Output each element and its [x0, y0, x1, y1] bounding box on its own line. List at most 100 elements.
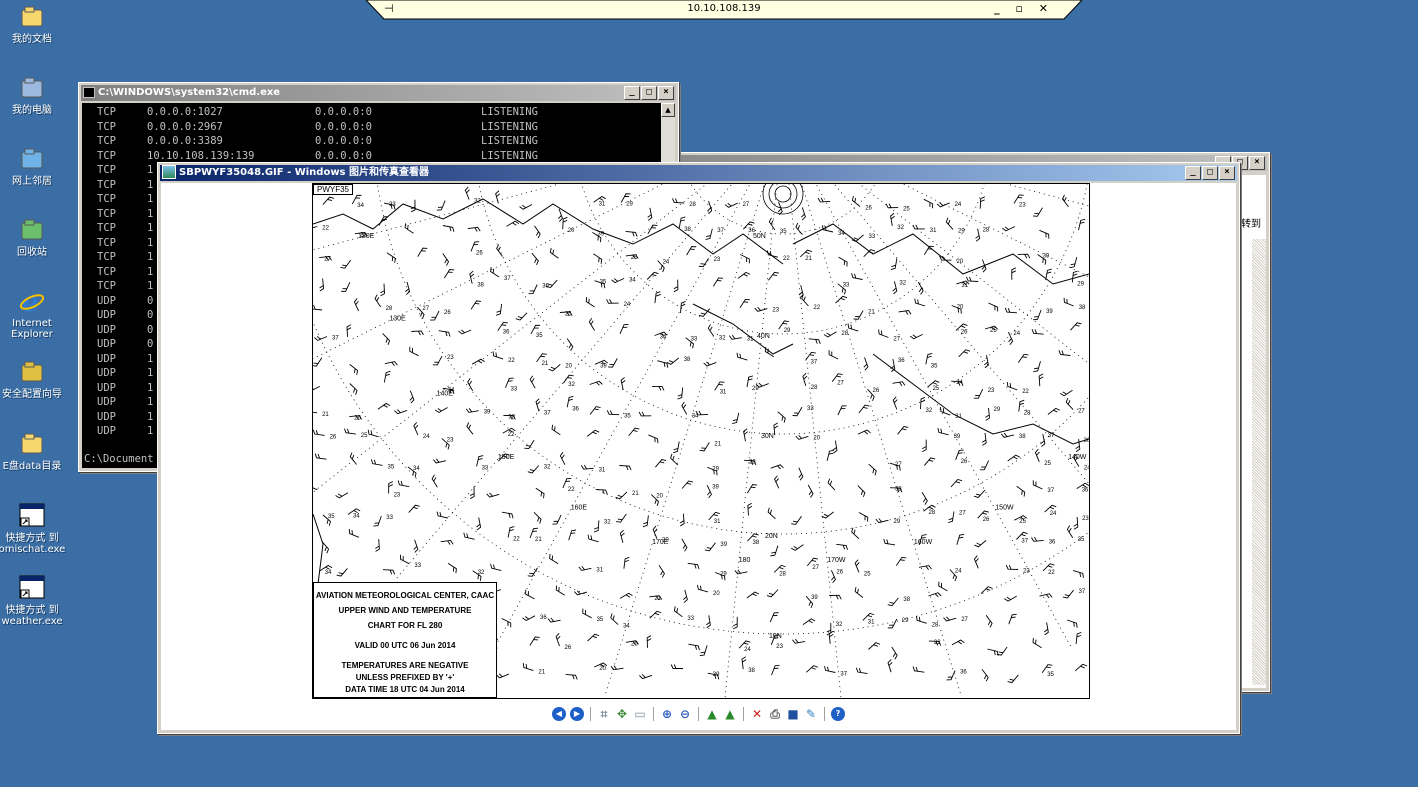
desktop-icon-7[interactable]: 快捷方式 到 omischat.exe: [0, 503, 68, 555]
wind-barb: [495, 190, 501, 204]
console-cell: UDP: [97, 323, 116, 336]
temperature-label: 25: [361, 433, 368, 439]
desktop-icon-8[interactable]: 快捷方式 到 weather.exe: [0, 575, 68, 627]
wind-barb: [777, 411, 786, 423]
wind-barb: [673, 279, 679, 293]
wind-barb: [854, 559, 860, 573]
temperature-label: 22: [508, 432, 515, 438]
delete-icon[interactable]: ✕: [750, 707, 764, 721]
wind-barb: [411, 330, 424, 336]
temperature-label: 31: [599, 467, 606, 473]
temperature-label: 27: [743, 202, 750, 208]
wind-barb: [817, 197, 831, 203]
wind-barb: [657, 360, 669, 368]
viewer-titlebar[interactable]: SBPWYF35048.GIF - Windows 图片和传真查看器 _ □ ×: [160, 165, 1237, 181]
close-button[interactable]: ×: [1219, 166, 1235, 180]
scroll-up-arrow-icon[interactable]: ▲: [661, 103, 675, 117]
desktop-icon-3[interactable]: 回收站: [0, 217, 68, 258]
temperature-label: 39: [713, 672, 720, 678]
temperature-label: 37: [1021, 539, 1028, 545]
wind-barb: [739, 298, 750, 308]
wind-barb: [737, 271, 751, 279]
wind-barb: [654, 291, 661, 304]
wind-barb: [642, 515, 649, 528]
legend-line: UNLESS PREFIXED BY '+': [355, 673, 455, 682]
wind-barb: [980, 586, 993, 595]
temperature-label: 29: [752, 386, 759, 392]
actual-size-icon[interactable]: ✥: [615, 707, 629, 721]
temperature-label: 25: [631, 641, 638, 647]
image-viewer-window[interactable]: SBPWYF35048.GIF - Windows 图片和传真查看器 _ □ × 5…: [157, 162, 1240, 734]
wind-barb: [895, 556, 907, 566]
latitude-circle: [313, 320, 1089, 635]
wind-barb: [687, 562, 700, 570]
temperature-label: 29: [958, 228, 965, 234]
close-button[interactable]: ×: [658, 86, 674, 100]
temperature-label: 38: [508, 414, 515, 420]
rotate-clockwise-icon[interactable]: ▲: [705, 707, 719, 721]
edit-icon[interactable]: ✎: [804, 707, 818, 721]
slideshow-icon[interactable]: ▭: [633, 707, 647, 721]
wind-barb: [768, 271, 779, 281]
zoom-out-icon[interactable]: ⊖: [678, 707, 692, 721]
temperature-label: 29: [994, 407, 1001, 413]
zoom-in-icon[interactable]: ⊕: [660, 707, 674, 721]
wind-barb: [566, 338, 574, 351]
temperature-label: 25: [933, 386, 940, 392]
desktop-icon-1[interactable]: 我的电脑: [0, 75, 68, 116]
rotate-counterclockwise-icon[interactable]: ▲: [723, 707, 737, 721]
wind-barb: [773, 422, 779, 436]
temperature-label: 22: [934, 640, 941, 646]
remote-desktop-bar[interactable]: ⊣ 10.10.108.139 _ ▫ ✕: [366, 0, 1082, 20]
desktop-icon-2[interactable]: 网上邻居: [0, 146, 68, 187]
wind-barb: [533, 511, 542, 524]
wind-barb: [442, 253, 450, 266]
desktop-icon-6[interactable]: E盘data目录: [0, 431, 68, 472]
chart-legend: AVIATION METEOROLOGICAL CENTER, CAAC UPPE…: [313, 582, 497, 698]
print-icon[interactable]: ⎙: [768, 707, 782, 721]
next-image-icon[interactable]: ▶: [570, 707, 584, 721]
save-icon[interactable]: ■: [786, 707, 800, 721]
temperature-label: 32: [899, 280, 906, 286]
close-button[interactable]: ×: [1249, 156, 1265, 170]
help-icon[interactable]: ?: [831, 707, 845, 721]
previous-image-icon[interactable]: ◀: [552, 707, 566, 721]
temperature-label: 24: [1013, 331, 1020, 337]
wind-barb: [985, 407, 991, 421]
maximize-button[interactable]: □: [1202, 166, 1218, 180]
best-fit-icon[interactable]: ⌗: [597, 707, 611, 721]
temperature-label: 27: [959, 510, 966, 516]
wind-barb: [313, 357, 323, 367]
rdp-window-controls[interactable]: _ ▫ ✕: [994, 2, 1054, 15]
console-cell: 0.0.0.0:0: [315, 106, 372, 118]
wind-barb: [892, 381, 906, 387]
desktop-icon-0[interactable]: 我的文档: [0, 4, 68, 45]
cmd-titlebar[interactable]: C:\WINDOWS\system32\cmd.exe _ □ ×: [81, 85, 676, 101]
wind-barb: [878, 329, 889, 338]
wind-barb: [766, 589, 779, 598]
go-button[interactable]: 转到: [1241, 215, 1261, 230]
wind-barb: [525, 589, 535, 600]
wind-barb: [1070, 322, 1082, 331]
temperature-label: 28: [841, 331, 848, 337]
desktop-icon-5[interactable]: 安全配置向导: [0, 359, 68, 400]
minimize-button[interactable]: _: [1185, 166, 1201, 180]
wind-barb: [1034, 448, 1040, 462]
wind-barb: [681, 538, 688, 552]
explorer-scrollbar[interactable]: [1252, 239, 1266, 685]
console-cell: TCP: [97, 164, 116, 176]
wind-barb: [767, 507, 776, 520]
desktop-icon-4[interactable]: e Internet Explorer: [0, 288, 68, 340]
temperature-label: 22: [568, 487, 575, 493]
wind-barb: [887, 659, 893, 673]
minimize-button[interactable]: _: [624, 86, 640, 100]
wind-barb: [515, 312, 528, 321]
wind-barb: [1058, 350, 1071, 356]
wind-barb: [890, 258, 898, 270]
maximize-button[interactable]: □: [641, 86, 657, 100]
wind-barb: [981, 669, 989, 682]
wind-barb: [897, 426, 909, 435]
wind-barb: [858, 512, 869, 522]
wind-barb: [580, 464, 594, 470]
temperature-label: 26: [565, 645, 572, 651]
